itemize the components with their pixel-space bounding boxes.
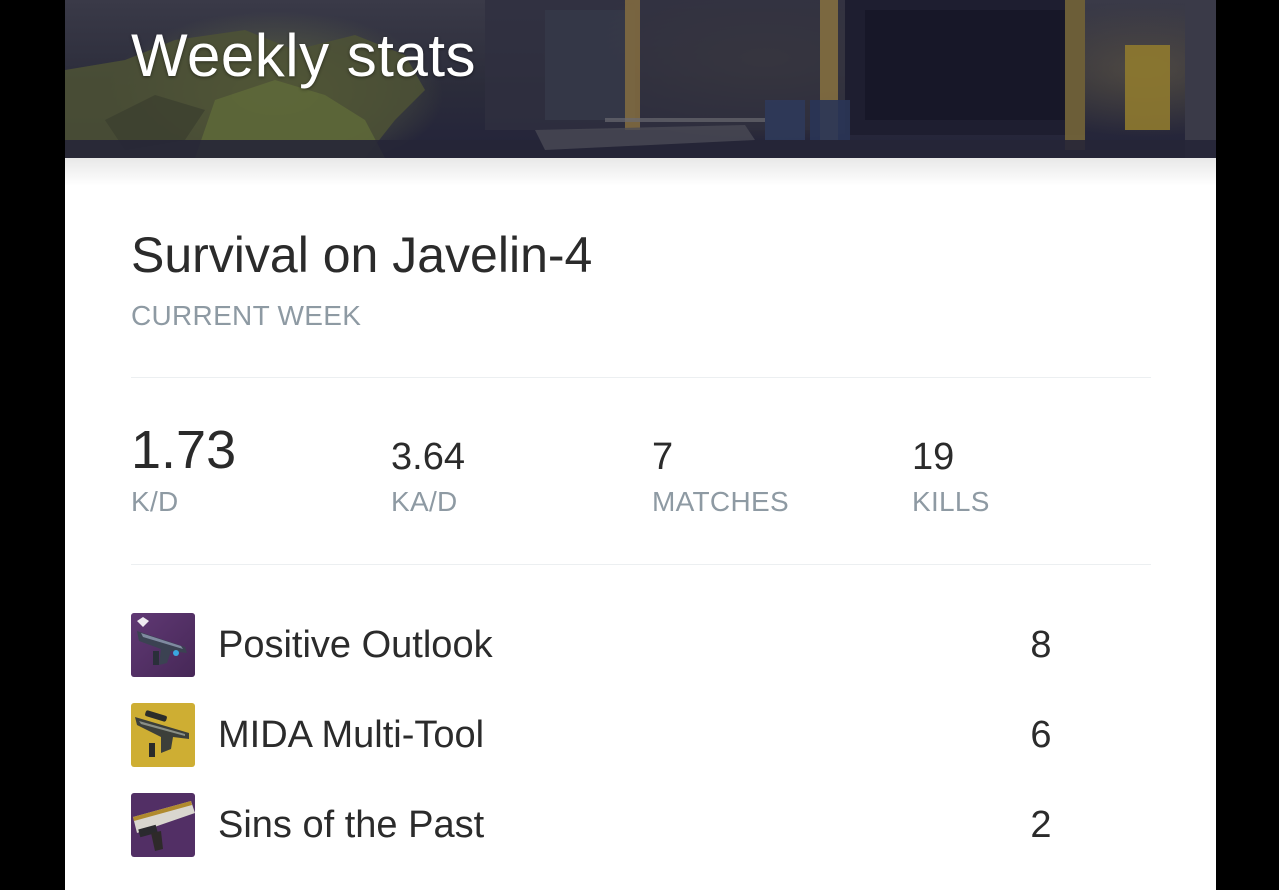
- weekly-stats-card: Weekly stats Survival on Javelin-4 CURRE…: [65, 0, 1216, 890]
- stat-value: 3.64: [391, 436, 465, 478]
- auto-rifle-weapon-icon: [131, 613, 195, 677]
- stat-label: KA/D: [391, 486, 458, 517]
- weapon-row-sins-of-the-past[interactable]: Sins of the Past 2: [131, 793, 1091, 859]
- activity-title: Survival on Javelin-4: [131, 227, 593, 283]
- scout-rifle-weapon-icon: [131, 703, 195, 767]
- weapon-kills: 2: [1030, 804, 1052, 846]
- stat-kad: 3.64 KA/D: [391, 420, 631, 520]
- page-title: Weekly stats: [131, 22, 476, 89]
- stat-value: 19: [912, 436, 955, 478]
- banner-shadow: [65, 158, 1216, 186]
- stat-matches: 7 MATCHES: [652, 420, 892, 520]
- rocket-launcher-weapon-icon: [131, 793, 195, 857]
- weapon-row-positive-outlook[interactable]: Positive Outlook 8: [131, 613, 1091, 679]
- stat-value: 1.73: [131, 420, 237, 480]
- weapon-row-mida-multi-tool[interactable]: MIDA Multi-Tool 6: [131, 703, 1091, 769]
- weapon-name: Sins of the Past: [218, 804, 485, 846]
- divider: [131, 564, 1151, 565]
- period-label: CURRENT WEEK: [131, 300, 362, 331]
- weapon-name: Positive Outlook: [218, 624, 493, 666]
- divider: [131, 377, 1151, 378]
- stat-label: K/D: [131, 486, 179, 517]
- stat-kills: 19 KILLS: [912, 420, 1152, 520]
- stat-kd: 1.73 K/D: [131, 420, 371, 520]
- weapon-name: MIDA Multi-Tool: [218, 714, 485, 756]
- weapon-kills: 6: [1030, 714, 1052, 756]
- stat-label: MATCHES: [652, 486, 789, 517]
- stat-label: KILLS: [912, 486, 990, 517]
- stat-value: 7: [652, 436, 674, 478]
- weapon-kills: 8: [1030, 624, 1052, 666]
- header-banner: Weekly stats: [65, 0, 1216, 158]
